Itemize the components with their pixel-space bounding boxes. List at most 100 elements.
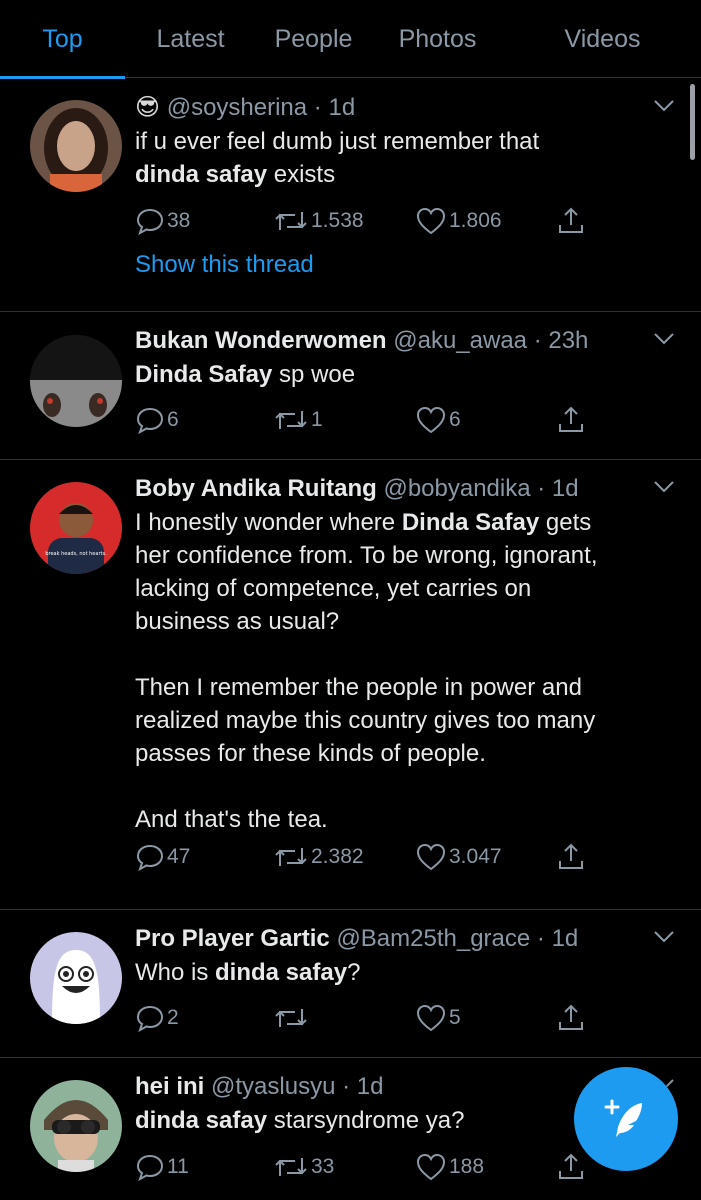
retweet-count: 1.538 (311, 209, 364, 232)
share-icon (559, 843, 583, 869)
retweet-icon (275, 212, 307, 230)
avatar[interactable] (30, 932, 122, 1024)
like-button[interactable]: 5 (415, 1003, 556, 1033)
share-button[interactable] (556, 206, 586, 236)
like-button[interactable]: 6 (415, 405, 556, 435)
user-handle[interactable]: @aku_awaa (393, 327, 527, 354)
share-icon (559, 207, 583, 233)
heart-icon (416, 406, 446, 434)
retweet-count: 33 (311, 1155, 335, 1178)
like-button[interactable]: 188 (415, 1152, 556, 1182)
share-button[interactable] (556, 1003, 586, 1033)
tweet-item[interactable]: 😎 @soysherina · 1d if u ever feel dumb j… (0, 79, 701, 312)
speech-bubble-icon (136, 1154, 164, 1182)
tweet-item[interactable]: Bukan Wonderwomen @aku_awaa · 23h Dinda … (0, 312, 701, 460)
display-name[interactable]: Bukan Wonderwomen (135, 327, 387, 354)
tweet-actions: 38 1.538 1.806 (135, 203, 586, 239)
tweet-text: dinda safay starsyndrome ya? (135, 1104, 641, 1137)
retweet-button[interactable]: 1 (273, 405, 415, 435)
chevron-down-icon[interactable] (653, 99, 675, 113)
tweet-actions: 6 1 6 (135, 402, 586, 438)
tweet-feed: 😎 @soysherina · 1d if u ever feel dumb j… (0, 79, 701, 1200)
retweet-icon (275, 411, 307, 429)
retweet-button[interactable]: 33 (273, 1152, 415, 1182)
highlighted-keyword: dinda safay (135, 1107, 268, 1134)
shirt-text: break heads, not hearts. (45, 551, 107, 557)
display-name[interactable]: Boby Andika Ruitang (135, 475, 377, 502)
like-count: 6 (449, 408, 461, 431)
user-handle[interactable]: @tyaslusyu (211, 1073, 335, 1100)
tweet-actions: 2 5 (135, 1000, 586, 1036)
chevron-down-icon[interactable] (653, 480, 675, 494)
retweet-button[interactable] (273, 1003, 415, 1033)
display-name[interactable]: Pro Player Gartic (135, 925, 330, 952)
tweet-text: Who is dinda safay? (135, 956, 641, 989)
share-icon (559, 1153, 583, 1179)
user-handle[interactable]: @bobyandika (383, 475, 530, 502)
share-button[interactable] (556, 405, 586, 435)
tweet-text: I honestly wonder where Dinda Safay gets… (135, 506, 641, 836)
show-thread-link[interactable]: Show this thread (135, 251, 314, 279)
tweet-text: if u ever feel dumb just remember that d… (135, 125, 641, 191)
tweet-text: Dinda Safay sp woe (135, 358, 641, 391)
avatar[interactable] (30, 335, 122, 427)
tweet-time: 1d (356, 1073, 384, 1100)
heart-icon (416, 843, 446, 871)
retweet-button[interactable]: 2.382 (273, 842, 415, 872)
user-emoji: 😎 (135, 94, 161, 121)
speech-bubble-icon (136, 208, 164, 236)
tweet-time: 23h (548, 327, 589, 354)
retweet-button[interactable]: 1.538 (273, 206, 415, 236)
reply-button[interactable]: 47 (135, 842, 273, 872)
reply-button[interactable]: 6 (135, 405, 273, 435)
reply-count: 47 (167, 845, 191, 868)
highlighted-keyword: Dinda Safay (401, 509, 540, 536)
like-count: 1.806 (449, 209, 502, 232)
tab-photos[interactable]: Photos (371, 0, 504, 78)
tweet-text-segment: ? (347, 959, 361, 986)
reply-count: 2 (167, 1006, 179, 1029)
heart-icon (416, 1004, 446, 1032)
avatar[interactable] (30, 100, 122, 192)
chevron-down-icon[interactable] (653, 930, 675, 944)
tweet-text-segment: sp woe (272, 361, 356, 388)
tweet-time: 1d (328, 94, 356, 121)
tab-people[interactable]: People (256, 0, 371, 78)
speech-bubble-icon (136, 844, 164, 872)
like-count: 5 (449, 1006, 461, 1029)
tab-top[interactable]: Top (0, 0, 125, 79)
share-button[interactable] (556, 842, 586, 872)
like-count: 3.047 (449, 845, 502, 868)
tweet-text-segment: gets her confidence from. To be wrong, i… (135, 509, 598, 833)
reply-button[interactable]: 11 (135, 1152, 273, 1182)
retweet-count: 1 (311, 408, 323, 431)
display-name[interactable]: hei ini (135, 1073, 204, 1100)
like-count: 188 (449, 1155, 485, 1178)
reply-count: 38 (167, 209, 191, 232)
share-icon (559, 406, 583, 432)
tweet-item[interactable]: break heads, not hearts. Boby Andika Rui… (0, 460, 701, 910)
reply-button[interactable]: 38 (135, 206, 273, 236)
tweet-item[interactable]: Pro Player Gartic @Bam25th_grace · 1d Wh… (0, 910, 701, 1058)
share-button[interactable] (556, 1152, 586, 1182)
chevron-down-icon[interactable] (653, 332, 675, 346)
tweet-text-segment: I honestly wonder where (135, 509, 402, 536)
tab-latest[interactable]: Latest (125, 0, 256, 78)
compose-tweet-button[interactable] (574, 1067, 678, 1171)
share-icon (559, 1004, 583, 1030)
user-handle[interactable]: @Bam25th_grace (336, 925, 530, 952)
compose-feather-icon (604, 1099, 642, 1137)
highlighted-keyword: dinda safay (215, 959, 348, 986)
like-button[interactable]: 1.806 (415, 206, 556, 236)
like-button[interactable]: 3.047 (415, 842, 556, 872)
avatar[interactable]: break heads, not hearts. (30, 482, 122, 574)
tweet-text-segment: Who is (135, 959, 216, 986)
reply-count: 11 (167, 1155, 189, 1178)
reply-button[interactable]: 2 (135, 1003, 273, 1033)
tab-videos[interactable]: Videos (504, 0, 701, 78)
avatar[interactable] (30, 1080, 122, 1172)
reply-count: 6 (167, 408, 179, 431)
tweet-text-segment: starsyndrome ya? (267, 1107, 465, 1134)
user-handle[interactable]: @soysherina (167, 94, 307, 121)
tweet-text-segment: exists (267, 161, 336, 188)
